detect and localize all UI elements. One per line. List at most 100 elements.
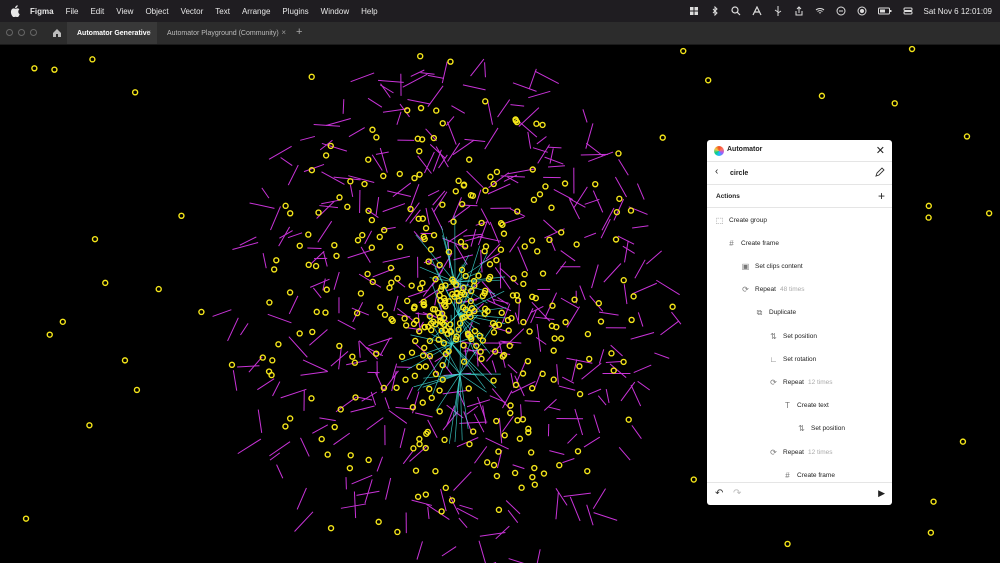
- position-icon: ⇅: [798, 424, 805, 434]
- ring: [457, 238, 465, 246]
- menu-arrange[interactable]: Arrange: [242, 7, 270, 16]
- action-row[interactable]: ∟ Set rotation: [769, 352, 817, 366]
- stroke-line: [396, 111, 402, 125]
- search-icon[interactable]: [730, 6, 741, 16]
- action-row[interactable]: # Create frame: [727, 236, 779, 250]
- menu-window[interactable]: Window: [321, 7, 349, 16]
- chevron-left-icon[interactable]: ‹: [715, 166, 718, 177]
- pencil-icon[interactable]: [875, 167, 885, 177]
- ring: [266, 299, 273, 306]
- clock[interactable]: Sat Nov 6 12:01:09: [924, 7, 993, 16]
- stroke-line: [416, 541, 423, 560]
- ring: [346, 464, 354, 472]
- do-not-disturb-icon[interactable]: [836, 6, 846, 16]
- stroke-line: [427, 506, 430, 520]
- stroke-line: [227, 317, 239, 342]
- stroke-line: [257, 409, 263, 433]
- stroke-line: [498, 417, 503, 444]
- home-icon[interactable]: [51, 27, 63, 39]
- action-row[interactable]: ⧉ Duplicate: [755, 306, 796, 320]
- zoom-window-button[interactable]: [30, 29, 37, 36]
- usb-icon[interactable]: [773, 6, 783, 16]
- action-row[interactable]: T Create text: [783, 399, 829, 413]
- ring: [531, 481, 539, 488]
- ring: [573, 241, 580, 248]
- close-icon[interactable]: ×: [281, 28, 286, 37]
- tab-automator-generative[interactable]: Automator Generative ×: [67, 22, 157, 44]
- redo-icon[interactable]: ↷: [733, 488, 741, 499]
- figma-status-icon[interactable]: [689, 6, 699, 16]
- ring: [536, 191, 544, 198]
- tools-icon[interactable]: [751, 6, 762, 16]
- minimize-window-button[interactable]: [18, 29, 25, 36]
- menu-app-name[interactable]: Figma: [30, 7, 54, 16]
- ring: [308, 395, 315, 402]
- apple-icon[interactable]: [10, 5, 20, 17]
- action-row[interactable]: ⟳ Repeat 12 times: [769, 445, 832, 459]
- ring: [416, 171, 423, 178]
- ring: [313, 308, 320, 316]
- wifi-icon[interactable]: [815, 6, 825, 16]
- ring: [447, 58, 454, 65]
- ring: [286, 289, 294, 296]
- stroke-line: [466, 170, 484, 189]
- ring: [704, 77, 712, 84]
- action-row[interactable]: ⇅ Set position: [769, 329, 817, 343]
- ring: [615, 150, 622, 157]
- battery-icon[interactable]: [877, 6, 892, 16]
- ring: [471, 327, 479, 335]
- ring: [331, 423, 338, 431]
- ring: [336, 194, 343, 201]
- close-window-button[interactable]: [6, 29, 13, 36]
- stroke-line: [528, 90, 551, 99]
- tab-automator-playground[interactable]: Automator Playground (Community) ×: [157, 22, 292, 44]
- new-tab-button[interactable]: +: [296, 26, 302, 38]
- menu-vector[interactable]: Vector: [181, 7, 204, 16]
- menu-edit[interactable]: Edit: [90, 7, 104, 16]
- stroke-line: [532, 147, 548, 153]
- ring: [365, 156, 372, 163]
- control-center-icon[interactable]: [903, 6, 913, 16]
- bluetooth-icon[interactable]: [710, 6, 720, 16]
- stroke-line: [445, 116, 455, 126]
- stroke-line: [431, 207, 444, 231]
- ring: [433, 107, 440, 114]
- undo-icon[interactable]: ↶: [715, 488, 723, 499]
- ring: [419, 279, 426, 287]
- action-row[interactable]: ⇅ Set position: [797, 422, 845, 436]
- ring: [616, 195, 623, 202]
- ring: [368, 216, 376, 224]
- menu-object[interactable]: Object: [145, 7, 168, 16]
- share-icon[interactable]: [794, 6, 804, 16]
- action-row[interactable]: ⬚ Create group: [715, 213, 767, 227]
- stroke-line: [312, 287, 322, 299]
- stroke-line: [360, 246, 371, 263]
- menu-plugins[interactable]: Plugins: [282, 7, 308, 16]
- stroke-line: [569, 496, 581, 522]
- close-icon[interactable]: ✕: [876, 144, 885, 157]
- stroke-line: [581, 362, 602, 380]
- ring: [322, 152, 330, 159]
- close-icon[interactable]: ×: [146, 28, 151, 37]
- stroke-line: [593, 414, 601, 434]
- menu-help[interactable]: Help: [361, 7, 377, 16]
- stroke-line: [440, 488, 447, 512]
- ring: [450, 218, 457, 225]
- action-label: Set clips content: [755, 262, 803, 270]
- ring: [91, 235, 99, 243]
- add-action-button[interactable]: +: [878, 189, 885, 203]
- web-line: [459, 373, 487, 393]
- menu-file[interactable]: File: [66, 7, 79, 16]
- tab-label: Automator Playground (Community): [167, 29, 279, 37]
- action-row[interactable]: # Create frame: [783, 468, 835, 482]
- menu-text[interactable]: Text: [215, 7, 230, 16]
- menu-view[interactable]: View: [116, 7, 133, 16]
- play-icon[interactable]: ▶: [878, 488, 885, 499]
- action-row[interactable]: ▣ Set clips content: [741, 259, 803, 273]
- ring: [482, 98, 489, 105]
- ring: [46, 331, 53, 338]
- action-row[interactable]: ⟳ Repeat 48 times: [741, 283, 804, 297]
- record-icon[interactable]: [857, 6, 867, 16]
- action-row[interactable]: ⟳ Repeat 12 times: [769, 375, 832, 389]
- ring: [959, 438, 967, 445]
